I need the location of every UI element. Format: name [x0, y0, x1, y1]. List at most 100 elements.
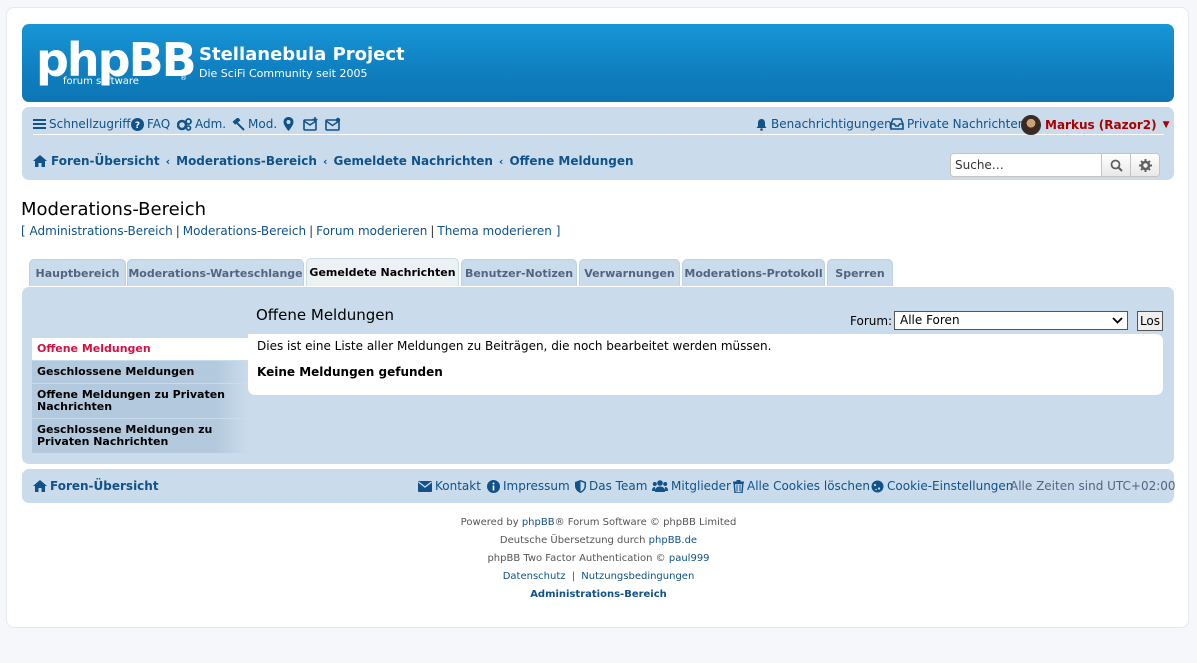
tab-main[interactable]: Hauptbereich: [29, 259, 126, 286]
timezone-info: Alle Zeiten sind UTC+02:00: [1010, 479, 1176, 493]
breadcrumb-home[interactable]: Foren-Übersicht: [51, 154, 160, 168]
tab-user-notes[interactable]: Benutzer-Notizen: [461, 259, 577, 286]
notifications-link[interactable]: Benachrichtigungen: [755, 117, 892, 131]
nav-links: Schnellzugriff ? FAQ Adm. Mod. Benachric…: [33, 115, 1170, 135]
bracket-open: [: [21, 224, 26, 238]
advanced-search-button[interactable]: [1131, 154, 1159, 176]
gear-icon: [1139, 158, 1152, 172]
terms-link[interactable]: Nutzungsbedingungen: [581, 571, 694, 582]
impressum-label: Impressum: [503, 479, 570, 493]
private-messages-link[interactable]: Private Nachrichten: [890, 117, 1025, 131]
username: Markus (Razor2): [1045, 118, 1157, 132]
logo-registered-mark: ®: [180, 74, 187, 82]
footer-acp-link[interactable]: Administrations-Bereich: [530, 589, 667, 600]
tab-bans[interactable]: Sperren: [827, 259, 893, 286]
mcp-quick-links: [ Administrations-Bereich | Moderations-Be…: [21, 224, 560, 238]
mail-link[interactable]: [325, 117, 341, 131]
user-menu[interactable]: Markus (Razor2) ▼: [1021, 115, 1170, 135]
tfa-text: phpBB Two Factor Authentication ©: [487, 553, 669, 564]
navbar: Schnellzugriff ? FAQ Adm. Mod. Benachric…: [22, 107, 1174, 180]
map-marker-icon: [283, 117, 294, 131]
mcp-panel: Offene Meldungen Geschlossene Meldungen …: [22, 287, 1174, 464]
link-acp[interactable]: Administrations-Bereich: [30, 224, 173, 238]
link-moderate-forum[interactable]: Forum moderieren: [316, 224, 427, 238]
home-icon: [33, 480, 47, 492]
quicklinks-menu[interactable]: Schnellzugriff: [33, 117, 131, 131]
faq-label: FAQ: [147, 117, 171, 131]
search-button[interactable]: [1102, 154, 1131, 176]
mcp-link[interactable]: Mod.: [231, 117, 277, 131]
site-logo[interactable]: phpBB forum software ®: [36, 33, 197, 94]
new-mail-link[interactable]: [303, 117, 319, 131]
contact-link[interactable]: Kontakt: [418, 479, 481, 493]
logo-subtext: forum software: [63, 76, 139, 87]
acp-line: Administrations-Bereich: [7, 588, 1190, 606]
map-marker-link[interactable]: [283, 117, 294, 131]
faq-link[interactable]: ? FAQ: [131, 117, 170, 131]
go-button[interactable]: Los: [1137, 311, 1163, 331]
page-wrap: phpBB forum software ® Stellanebula Proj…: [6, 7, 1189, 628]
tab-mod-log[interactable]: Moderations-Protokoll: [682, 259, 825, 286]
search-box: [950, 153, 1160, 177]
info-circle-icon: [487, 479, 500, 493]
search-input[interactable]: [951, 154, 1102, 176]
acp-link[interactable]: Adm.: [177, 117, 226, 131]
powered-by-suffix: ® Forum Software © phpBB Limited: [554, 517, 737, 528]
breadcrumb-mcp[interactable]: Moderations-Bereich: [176, 154, 317, 168]
members-label: Mitglieder: [671, 479, 731, 493]
forum-select[interactable]: Alle Foren: [894, 311, 1128, 330]
cookie-settings-link[interactable]: Cookie-Einstellungen: [871, 479, 1013, 493]
tab-reports[interactable]: Gemeldete Nachrichten: [306, 258, 459, 286]
chevron-down-icon: [1112, 312, 1123, 331]
sidebar-item-closed-reports[interactable]: Geschlossene Meldungen: [32, 361, 248, 384]
caret-down-icon: ▼: [1162, 120, 1170, 130]
chevron-left-icon: ‹: [322, 154, 328, 168]
contact-label: Kontakt: [435, 479, 481, 493]
privacy-link[interactable]: Datenschutz: [503, 571, 566, 582]
phpbb-link[interactable]: phpBB: [522, 517, 555, 528]
bell-icon: [756, 118, 767, 131]
search-icon: [1110, 159, 1123, 172]
breadcrumb-open-reports[interactable]: Offene Meldungen: [509, 154, 633, 168]
sidebar-menu: Offene Meldungen Geschlossene Meldungen …: [32, 338, 248, 454]
chevron-left-icon: ‹: [498, 154, 504, 168]
breadcrumb-reports[interactable]: Gemeldete Nachrichten: [333, 154, 492, 168]
separator: |: [430, 224, 435, 238]
bracket-close: ]: [555, 224, 561, 238]
sidebar-item-open-reports[interactable]: Offene Meldungen: [32, 338, 248, 361]
inbox-icon: [890, 118, 904, 130]
members-link[interactable]: Mitglieder: [652, 479, 731, 493]
cogs-icon: [177, 117, 192, 131]
cookie-icon: [871, 480, 884, 492]
link-moderate-topic[interactable]: Thema moderieren: [437, 224, 552, 238]
link-mcp[interactable]: Moderations-Bereich: [183, 224, 306, 238]
copyright-block: Powered by phpBB® Forum Software © phpBB…: [7, 516, 1190, 606]
phpbb-de-link[interactable]: phpBB.de: [649, 535, 697, 546]
page-title: Moderations-Bereich: [21, 199, 206, 220]
footer-home-link[interactable]: Foren-Übersicht: [33, 479, 159, 493]
envelope-icon: [325, 117, 341, 131]
team-label: Das Team: [589, 479, 648, 493]
chevron-left-icon: ‹: [165, 154, 171, 168]
delete-cookies-label: Alle Cookies löschen: [747, 479, 870, 493]
hamburger-icon: [33, 119, 46, 129]
gavel-icon: [232, 117, 245, 131]
site-description: Die SciFi Community seit 2005: [199, 67, 368, 80]
delete-cookies-link[interactable]: Alle Cookies löschen: [733, 479, 870, 493]
forum-label: Forum:: [850, 314, 893, 328]
quicklinks-label: Schnellzugriff: [49, 117, 131, 131]
mcp-label: Mod.: [248, 117, 278, 131]
trash-icon: [733, 479, 744, 493]
svg-text:?: ?: [135, 121, 140, 131]
footer-nav: Foren-Übersicht Kontakt Impressum Das Te…: [22, 469, 1176, 503]
acp-label: Adm.: [195, 117, 227, 131]
team-link[interactable]: Das Team: [575, 479, 647, 493]
impressum-link[interactable]: Impressum: [487, 479, 570, 493]
sidebar-item-closed-pm-reports[interactable]: Geschlossene Meldungen zu Privaten Nachr…: [32, 419, 248, 454]
tfa-line: phpBB Two Factor Authentication © paul99…: [7, 552, 1190, 570]
tab-warnings[interactable]: Verwarnungen: [579, 259, 680, 286]
no-reports-message: Keine Meldungen gefunden: [257, 365, 443, 379]
sidebar-item-open-pm-reports[interactable]: Offene Meldungen zu Privaten Nachrichten: [32, 384, 248, 419]
paul999-link[interactable]: paul999: [669, 553, 710, 564]
tab-queue[interactable]: Moderations-Warteschlange: [127, 259, 304, 286]
